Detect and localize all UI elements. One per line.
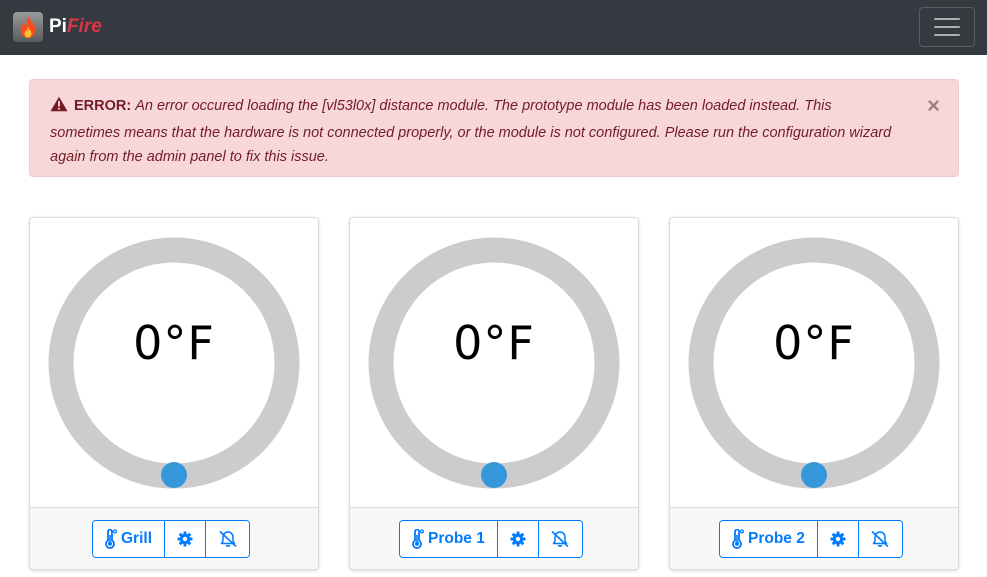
brand-name: PiFire <box>49 12 102 42</box>
gauge-knob <box>481 462 507 488</box>
probe-label: Probe 2 <box>748 530 805 547</box>
warning-triangle-icon <box>50 96 68 121</box>
fire-icon <box>13 12 43 42</box>
gauge-knob <box>801 462 827 488</box>
thermometer-icon <box>412 529 424 549</box>
probe-card-grill: 0°F Grill <box>29 217 319 570</box>
gauge-panel: 0°F <box>350 218 638 507</box>
thermometer-icon <box>732 529 744 549</box>
card-footer: Grill <box>30 507 318 569</box>
probe-2-button[interactable]: Probe 2 <box>720 521 817 557</box>
probe-button-group: Probe 2 <box>719 520 903 558</box>
probe-label: Probe 1 <box>428 530 485 547</box>
card-footer: Probe 2 <box>670 507 958 569</box>
gear-icon[interactable] <box>816 521 858 557</box>
hamburger-icon[interactable] <box>919 7 975 47</box>
temperature-readout: 0°F <box>773 316 855 370</box>
probe-card-probe-1: 0°F Probe 1 <box>349 217 639 570</box>
temperature-readout: 0°F <box>453 316 535 370</box>
bell-slash-icon[interactable] <box>537 521 582 557</box>
card-footer: Probe 1 <box>350 507 638 569</box>
thermometer-icon <box>105 529 117 549</box>
probe-button-group: Probe 1 <box>399 520 583 558</box>
bell-slash-icon[interactable] <box>205 521 250 557</box>
error-message: An error occured loading the [vl53l0x] d… <box>50 98 892 165</box>
probe-button-group: Grill <box>92 520 251 558</box>
gear-icon[interactable] <box>164 521 206 557</box>
close-icon[interactable]: × <box>927 94 940 118</box>
probe-label: Grill <box>121 530 153 547</box>
gear-icon[interactable] <box>496 521 538 557</box>
probe-1-button[interactable]: Probe 1 <box>400 521 497 557</box>
gauge-panel: 0°F <box>30 218 318 507</box>
error-label: ERROR: <box>74 98 132 114</box>
brand-pi-text: Pi <box>49 16 67 37</box>
brand-fire-text: Fire <box>66 16 102 37</box>
bell-slash-icon[interactable] <box>857 521 902 557</box>
brand-link[interactable]: PiFire <box>13 12 102 42</box>
probe-grill-button[interactable]: Grill <box>93 521 165 557</box>
gauge-knob <box>161 462 187 488</box>
probe-card-probe-2: 0°F Probe 2 <box>669 217 959 570</box>
temperature-readout: 0°F <box>133 316 215 370</box>
error-alert: ERROR: An error occured loading the [vl53… <box>29 79 959 177</box>
navbar: PiFire <box>0 0 987 55</box>
gauge-panel: 0°F <box>670 218 958 507</box>
